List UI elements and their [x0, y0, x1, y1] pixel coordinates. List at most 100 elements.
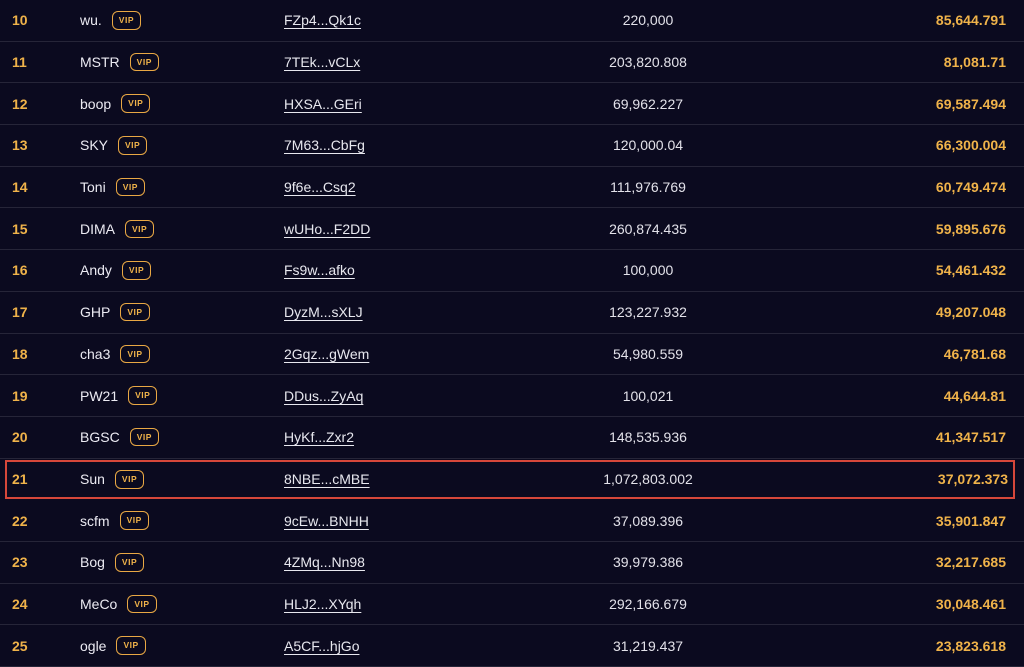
- value: 81,081.71: [943, 54, 1006, 71]
- username: Toni: [80, 179, 106, 196]
- username: Sun: [80, 471, 105, 488]
- table-row: 16 Andy VIP Fs9w...afko 100,000 54,461.43…: [0, 250, 1024, 292]
- vip-badge: VIP: [121, 261, 152, 280]
- username: DIMA: [80, 220, 115, 237]
- amount: 39,979.386: [612, 554, 684, 571]
- name-cell: SKY VIP: [80, 125, 148, 166]
- vip-badge: VIP: [119, 511, 149, 530]
- rank: 25: [12, 637, 28, 654]
- rank: 10: [12, 12, 28, 29]
- wallet-address-link[interactable]: 7M63...CbFg: [284, 125, 365, 166]
- rank: 13: [12, 137, 28, 154]
- vip-badge: VIP: [118, 136, 148, 155]
- username: ogle: [80, 637, 107, 654]
- name-cell: PW21 VIP: [80, 375, 158, 416]
- table-row-highlighted: 21 Sun VIP 8NBE...cMBE 1,072,803.002 37,0…: [4, 459, 1016, 501]
- wallet-address-link[interactable]: FZp4...Qk1c: [284, 0, 361, 41]
- username: GHP: [80, 304, 111, 321]
- wallet-address-link[interactable]: 2Gqz...gWem: [284, 334, 369, 375]
- vip-badge: VIP: [114, 553, 145, 572]
- rank: 18: [12, 345, 28, 362]
- amount: 148,535.936: [609, 429, 687, 446]
- vip-badge: VIP: [114, 470, 145, 489]
- rank: 23: [12, 554, 28, 571]
- vip-badge: VIP: [121, 94, 151, 113]
- name-cell: Andy VIP: [80, 250, 152, 291]
- table-row: 20 BGSC VIP HyKf...Zxr2 148,535.936 41,34…: [0, 417, 1024, 459]
- wallet-address-link[interactable]: DyzM...sXLJ: [284, 292, 363, 333]
- table-row: 10 wu. VIP FZp4...Qk1c 220,000 85,644.791: [0, 0, 1024, 42]
- name-cell: Toni VIP: [80, 167, 145, 208]
- amount: 31,219.437: [612, 637, 684, 654]
- vip-badge: VIP: [127, 594, 157, 614]
- rank: 15: [12, 220, 28, 237]
- table-row: 17 GHP VIP DyzM...sXLJ 123,227.932 49,207…: [0, 292, 1024, 334]
- username: BGSC: [80, 429, 120, 446]
- rank: 21: [12, 471, 28, 488]
- value: 59,895.676: [935, 220, 1006, 237]
- wallet-address-link[interactable]: HLJ2...XYqh: [284, 584, 361, 625]
- username: cha3: [80, 345, 111, 362]
- rank: 19: [12, 387, 28, 404]
- name-cell: boop VIP: [80, 83, 151, 124]
- username: MeCo: [80, 595, 118, 612]
- rank: 20: [12, 429, 28, 446]
- vip-badge: VIP: [116, 636, 146, 655]
- table-row: 25 ogle VIP A5CF...hjGo 31,219.437 23,823…: [0, 625, 1024, 667]
- wallet-address-link[interactable]: 9f6e...Csq2: [284, 167, 356, 208]
- wallet-address-link[interactable]: 7TEk...vCLx: [284, 42, 360, 83]
- rank: 12: [12, 95, 28, 112]
- name-cell: Sun VIP: [80, 459, 145, 501]
- rank: 22: [12, 512, 28, 529]
- table-row: 24 MeCo VIP HLJ2...XYqh 292,166.679 30,04…: [0, 584, 1024, 626]
- vip-badge: VIP: [125, 219, 155, 239]
- amount: 111,976.769: [610, 179, 686, 196]
- amount: 120,000.04: [612, 137, 684, 154]
- username: PW21: [80, 387, 119, 404]
- amount: 100,000: [622, 262, 674, 279]
- wallet-address-link[interactable]: HyKf...Zxr2: [284, 417, 354, 458]
- value: 46,781.68: [943, 345, 1006, 362]
- username: scfm: [80, 512, 110, 529]
- name-cell: BGSC VIP: [80, 417, 159, 458]
- amount: 1,072,803.002: [603, 471, 693, 488]
- table-row: 19 PW21 VIP DDus...ZyAq 100,021 44,644.81: [0, 375, 1024, 417]
- table-row: 13 SKY VIP 7M63...CbFg 120,000.04 66,300.…: [0, 125, 1024, 167]
- wallet-address-link[interactable]: HXSA...GEri: [284, 83, 362, 124]
- value: 60,749.474: [935, 179, 1006, 196]
- vip-badge: VIP: [120, 302, 150, 322]
- table-row: 12 boop VIP HXSA...GEri 69,962.227 69,587…: [0, 83, 1024, 126]
- value: 41,347.517: [935, 429, 1006, 446]
- table-row: 22 scfm VIP 9cEw...BNHH 37,089.396 35,901…: [0, 500, 1024, 542]
- wallet-address-link[interactable]: 9cEw...BNHH: [284, 500, 369, 541]
- wallet-address-link[interactable]: Fs9w...afko: [284, 250, 355, 291]
- wallet-address-link[interactable]: 8NBE...cMBE: [284, 459, 370, 501]
- value: 66,300.004: [935, 137, 1006, 154]
- name-cell: MSTR VIP: [80, 42, 159, 83]
- wallet-address-link[interactable]: 4ZMq...Nn98: [284, 542, 365, 583]
- amount: 37,089.396: [612, 512, 684, 529]
- rank: 16: [12, 262, 28, 279]
- table-row: 18 cha3 VIP 2Gqz...gWem 54,980.559 46,781…: [0, 334, 1024, 376]
- table-row: 23 Bog VIP 4ZMq...Nn98 39,979.386 32,217.…: [0, 542, 1024, 584]
- rank: 11: [12, 54, 27, 71]
- username: Andy: [80, 262, 112, 279]
- amount: 54,980.559: [612, 345, 684, 362]
- wallet-address-link[interactable]: DDus...ZyAq: [284, 375, 363, 416]
- value: 35,901.847: [935, 512, 1006, 529]
- amount: 100,021: [622, 387, 674, 404]
- vip-badge: VIP: [128, 386, 158, 405]
- vip-badge: VIP: [111, 11, 141, 30]
- value: 54,461.432: [935, 262, 1006, 279]
- amount: 69,962.227: [612, 95, 684, 112]
- username: SKY: [80, 137, 109, 154]
- wallet-address-link[interactable]: A5CF...hjGo: [284, 625, 359, 666]
- value: 69,587.494: [935, 95, 1006, 112]
- table-row: 11 MSTR VIP 7TEk...vCLx 203,820.808 81,08…: [0, 42, 1024, 84]
- amount: 203,820.808: [609, 54, 687, 71]
- wallet-address-link[interactable]: wUHo...F2DD: [284, 208, 370, 249]
- name-cell: Bog VIP: [80, 542, 145, 583]
- amount: 123,227.932: [609, 304, 687, 321]
- value: 23,823.618: [935, 637, 1006, 654]
- value: 30,048.461: [935, 595, 1006, 612]
